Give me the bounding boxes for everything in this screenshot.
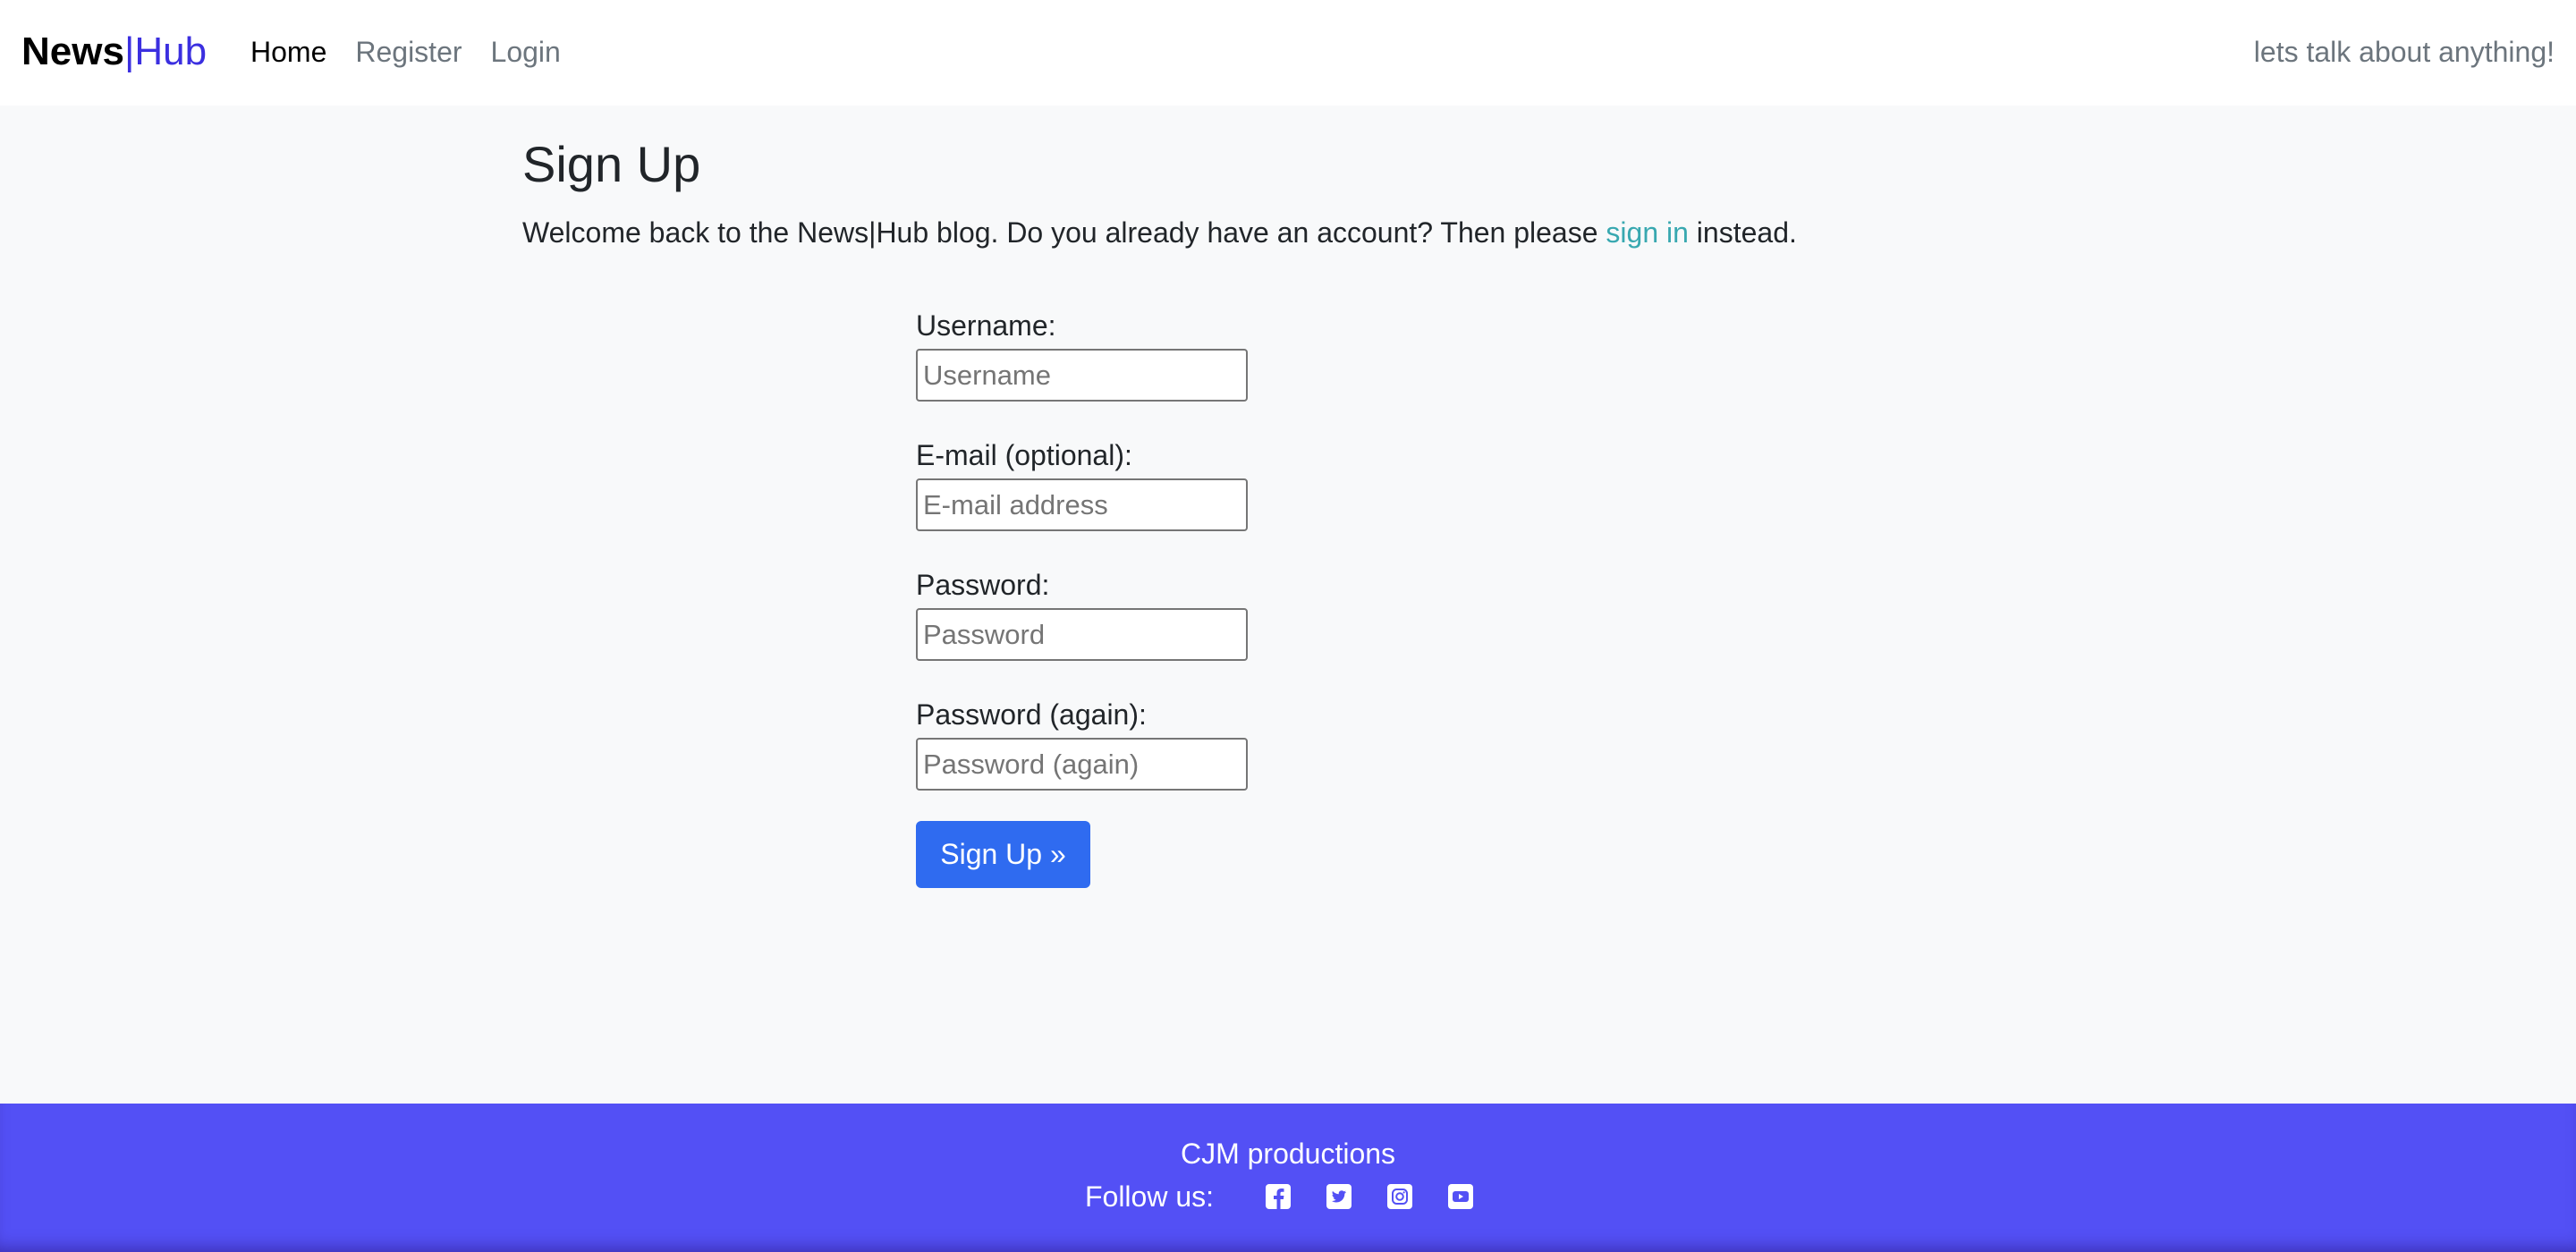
- twitter-icon[interactable]: [1326, 1183, 1352, 1210]
- password-label: Password:: [916, 569, 1050, 601]
- nav-link-register[interactable]: Register: [355, 30, 462, 73]
- username-field-group: Username:: [916, 308, 1453, 402]
- facebook-icon[interactable]: [1265, 1183, 1292, 1210]
- follow-us-label: Follow us:: [1084, 1180, 1215, 1213]
- email-label: E-mail (optional):: [916, 439, 1132, 471]
- password-input[interactable]: [916, 608, 1248, 661]
- navbar-tagline: lets talk about anything!: [2253, 36, 2555, 68]
- page-title: Sign Up: [522, 136, 701, 192]
- main-content: Sign Up Welcome back to the News|Hub blo…: [522, 131, 2054, 888]
- brand-logo[interactable]: News|Hub: [21, 25, 207, 79]
- password-field-group: Password:: [916, 567, 1453, 661]
- footer: CJM productions Follow us:: [0, 1104, 2576, 1252]
- youtube-icon[interactable]: [1447, 1183, 1474, 1210]
- intro-text: Welcome back to the News|Hub blog. Do yo…: [522, 211, 2054, 254]
- nav-link-login[interactable]: Login: [491, 30, 561, 73]
- brand-news: News: [21, 30, 124, 73]
- brand-separator: |: [123, 30, 135, 73]
- sign-in-link[interactable]: sign in: [1606, 216, 1689, 249]
- signup-form: Username: E-mail (optional): Password: P…: [916, 308, 1453, 888]
- brand-hub: Hub: [134, 30, 208, 73]
- email-field-group: E-mail (optional):: [916, 437, 1453, 531]
- nav-links: Home Register Login: [250, 30, 561, 73]
- username-input[interactable]: [916, 349, 1248, 402]
- intro-text-before: Welcome back to the News|Hub blog. Do yo…: [522, 216, 1606, 249]
- password-again-input[interactable]: [916, 738, 1248, 791]
- instagram-icon[interactable]: [1386, 1183, 1413, 1210]
- navbar: News|Hub Home Register Login lets talk a…: [0, 0, 2576, 106]
- intro-text-after: instead.: [1688, 216, 1797, 249]
- nav-link-home[interactable]: Home: [250, 30, 326, 73]
- username-label: Username:: [916, 309, 1056, 342]
- email-input[interactable]: [916, 478, 1248, 531]
- sign-up-button[interactable]: Sign Up »: [916, 821, 1090, 888]
- password-again-field-group: Password (again):: [916, 697, 1453, 791]
- footer-follow: Follow us:: [0, 1179, 2576, 1214]
- footer-title: CJM productions: [1180, 1138, 1396, 1170]
- password-again-label: Password (again):: [916, 698, 1147, 731]
